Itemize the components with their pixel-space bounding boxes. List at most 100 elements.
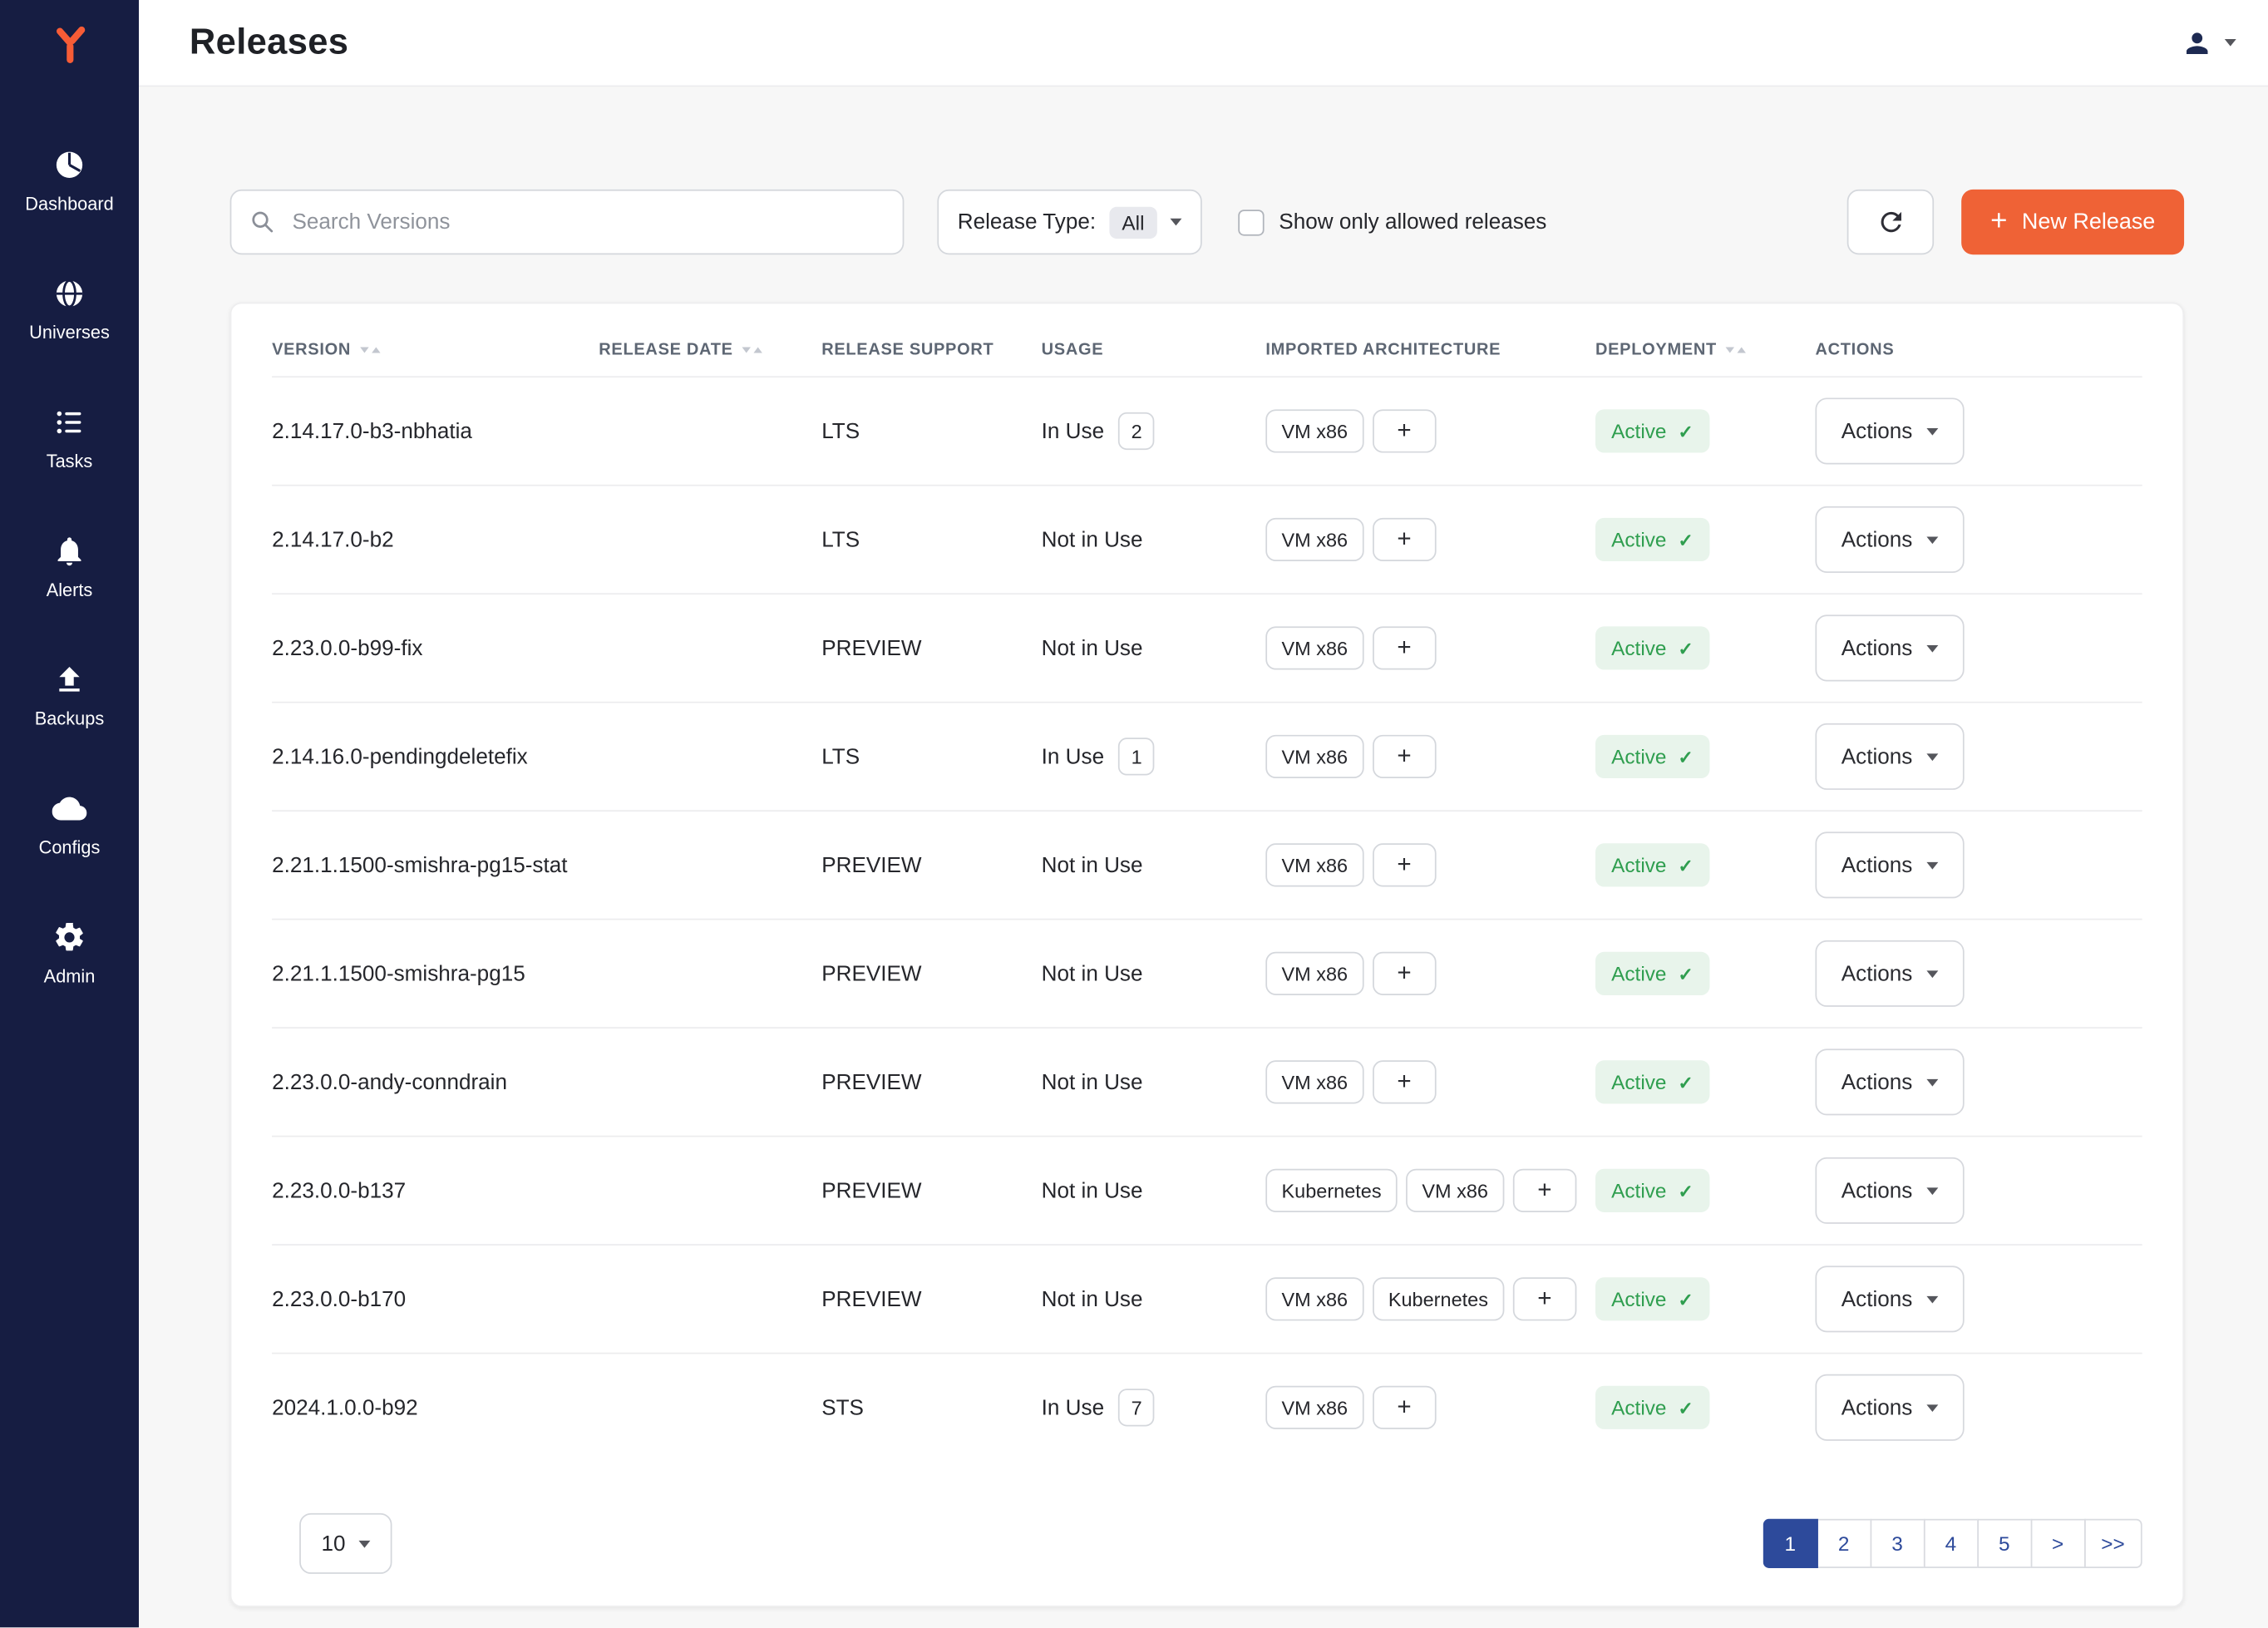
chevron-down-icon bbox=[1927, 536, 1939, 544]
release-type-dropdown[interactable]: Release Type: All bbox=[937, 190, 1202, 254]
deployment-status-badge: Active✓ bbox=[1595, 1060, 1709, 1103]
chevron-down-icon bbox=[2225, 39, 2236, 47]
sidebar-item-tasks[interactable]: Tasks bbox=[0, 387, 139, 489]
sidebar-item-label: Admin bbox=[44, 966, 96, 986]
sort-asc-icon bbox=[1737, 348, 1745, 353]
version-cell: 2.14.16.0-pendingdeletefix bbox=[272, 744, 599, 769]
page-button-1[interactable]: 1 bbox=[1763, 1519, 1817, 1568]
sidebar-item-alerts[interactable]: Alerts bbox=[0, 516, 139, 618]
usage-cell: In Use1 bbox=[1042, 738, 1266, 775]
table-row: 2.23.0.0-b99-fixPREVIEWNot in UseVM x86+… bbox=[272, 593, 2142, 701]
row-actions-button[interactable]: Actions bbox=[1815, 1265, 1965, 1332]
page-size-select[interactable]: 10 bbox=[299, 1513, 392, 1574]
row-actions-button[interactable]: Actions bbox=[1815, 397, 1965, 464]
table-row: 2.14.17.0-b3-nbhatiaLTSIn Use2VM x86+Act… bbox=[272, 376, 2142, 484]
page-button-2[interactable]: 2 bbox=[1817, 1519, 1871, 1568]
release-support-cell: PREVIEW bbox=[821, 1287, 1041, 1312]
table-row: 2.14.16.0-pendingdeletefixLTSIn Use1VM x… bbox=[272, 702, 2142, 810]
upload-icon bbox=[52, 663, 87, 698]
architecture-cell: VM x86+ bbox=[1265, 843, 1595, 886]
usage-label: In Use bbox=[1042, 1395, 1104, 1420]
sidebar-item-backups[interactable]: Backups bbox=[0, 645, 139, 747]
show-allowed-checkbox[interactable] bbox=[1239, 209, 1265, 234]
new-release-button[interactable]: + New Release bbox=[1961, 190, 2184, 254]
release-support-cell: PREVIEW bbox=[821, 1178, 1041, 1203]
check-icon: ✓ bbox=[1678, 854, 1693, 876]
sidebar-item-admin[interactable]: Admin bbox=[0, 903, 139, 1004]
chevron-down-icon bbox=[1927, 1404, 1939, 1411]
release-support-cell: PREVIEW bbox=[821, 1070, 1041, 1095]
deployment-cell: Active✓ bbox=[1595, 735, 1815, 778]
usage-label: Not in Use bbox=[1042, 1070, 1143, 1095]
column-header-release-date[interactable]: RELEASE DATE bbox=[599, 342, 821, 359]
deployment-status-badge: Active✓ bbox=[1595, 1386, 1709, 1429]
app-logo[interactable] bbox=[0, 0, 139, 90]
sidebar-item-configs[interactable]: Configs bbox=[0, 774, 139, 876]
show-allowed-label: Show only allowed releases bbox=[1279, 210, 1546, 234]
yugabyte-logo-icon bbox=[47, 23, 91, 67]
pagination: 12345>>> bbox=[1763, 1519, 2142, 1568]
refresh-button[interactable] bbox=[1847, 190, 1934, 254]
table-row: 2.14.17.0-b2LTSNot in UseVM x86+Active✓A… bbox=[272, 485, 2142, 593]
add-architecture-button[interactable]: + bbox=[1373, 1060, 1437, 1103]
page-button-4[interactable]: 4 bbox=[1923, 1519, 1978, 1568]
deployment-status-label: Active bbox=[1611, 637, 1666, 660]
usage-cell: Not in Use bbox=[1042, 1178, 1266, 1203]
column-header-version[interactable]: VERSION bbox=[272, 342, 599, 359]
table-row: 2.23.0.0-b137PREVIEWNot in UseKubernetes… bbox=[272, 1136, 2142, 1244]
column-header-label: DEPLOYMENT bbox=[1595, 342, 1717, 359]
usage-label: Not in Use bbox=[1042, 1287, 1143, 1312]
add-architecture-button[interactable]: + bbox=[1373, 952, 1437, 995]
next-page-button[interactable]: > bbox=[2030, 1519, 2085, 1568]
row-actions-button[interactable]: Actions bbox=[1815, 1048, 1965, 1115]
dashboard-gauge-icon bbox=[52, 147, 87, 182]
sort-icon[interactable] bbox=[359, 348, 379, 353]
architecture-cell: VM x86+ bbox=[1265, 409, 1595, 452]
add-architecture-button[interactable]: + bbox=[1373, 518, 1437, 561]
add-architecture-button[interactable]: + bbox=[1513, 1277, 1577, 1320]
architecture-cell: VM x86+ bbox=[1265, 952, 1595, 995]
row-actions-button[interactable]: Actions bbox=[1815, 614, 1965, 681]
deployment-status-badge: Active✓ bbox=[1595, 843, 1709, 886]
row-actions-button[interactable]: Actions bbox=[1815, 723, 1965, 790]
page-button-3[interactable]: 3 bbox=[1870, 1519, 1925, 1568]
add-architecture-button[interactable]: + bbox=[1373, 409, 1437, 452]
deployment-status-badge: Active✓ bbox=[1595, 626, 1709, 669]
column-header-deployment[interactable]: DEPLOYMENT bbox=[1595, 342, 1815, 359]
page-button-5[interactable]: 5 bbox=[1977, 1519, 2032, 1568]
row-actions-button[interactable]: Actions bbox=[1815, 940, 1965, 1007]
chevron-down-icon bbox=[1927, 753, 1939, 761]
add-architecture-button[interactable]: + bbox=[1373, 626, 1437, 669]
row-actions-button[interactable]: Actions bbox=[1815, 506, 1965, 573]
sidebar-item-universes[interactable]: Universes bbox=[0, 259, 139, 360]
search-input[interactable] bbox=[289, 209, 885, 236]
sort-desc-icon bbox=[359, 348, 367, 353]
chevron-down-icon bbox=[1927, 1187, 1939, 1195]
deployment-status-badge: Active✓ bbox=[1595, 1169, 1709, 1212]
last-page-button[interactable]: >> bbox=[2083, 1519, 2142, 1568]
usage-count-badge: 2 bbox=[1118, 412, 1154, 450]
list-icon bbox=[52, 405, 87, 440]
row-actions-button[interactable]: Actions bbox=[1815, 1157, 1965, 1224]
column-header-label: IMPORTED ARCHITECTURE bbox=[1265, 342, 1501, 359]
add-architecture-button[interactable]: + bbox=[1513, 1169, 1577, 1212]
version-cell: 2.23.0.0-andy-conndrain bbox=[272, 1070, 599, 1095]
sidebar-item-dashboard[interactable]: Dashboard bbox=[0, 131, 139, 232]
add-architecture-button[interactable]: + bbox=[1373, 843, 1437, 886]
sidebar-item-label: Dashboard bbox=[25, 194, 113, 214]
deployment-cell: Active✓ bbox=[1595, 1386, 1815, 1429]
row-actions-button[interactable]: Actions bbox=[1815, 831, 1965, 898]
toolbar: Release Type: All Show only allowed rele… bbox=[230, 190, 2184, 254]
usage-label: Not in Use bbox=[1042, 1178, 1143, 1203]
check-icon: ✓ bbox=[1678, 963, 1693, 984]
deployment-status-badge: Active✓ bbox=[1595, 518, 1709, 561]
add-architecture-button[interactable]: + bbox=[1373, 735, 1437, 778]
add-architecture-button[interactable]: + bbox=[1373, 1386, 1437, 1429]
actions-label: Actions bbox=[1842, 1070, 1913, 1095]
sort-icon[interactable] bbox=[1725, 348, 1745, 353]
column-header-imported-architecture: IMPORTED ARCHITECTURE bbox=[1265, 342, 1595, 359]
sort-icon[interactable] bbox=[742, 348, 762, 353]
version-cell: 2.21.1.1500-smishra-pg15 bbox=[272, 961, 599, 986]
user-menu[interactable] bbox=[2182, 27, 2236, 58]
row-actions-button[interactable]: Actions bbox=[1815, 1374, 1965, 1441]
